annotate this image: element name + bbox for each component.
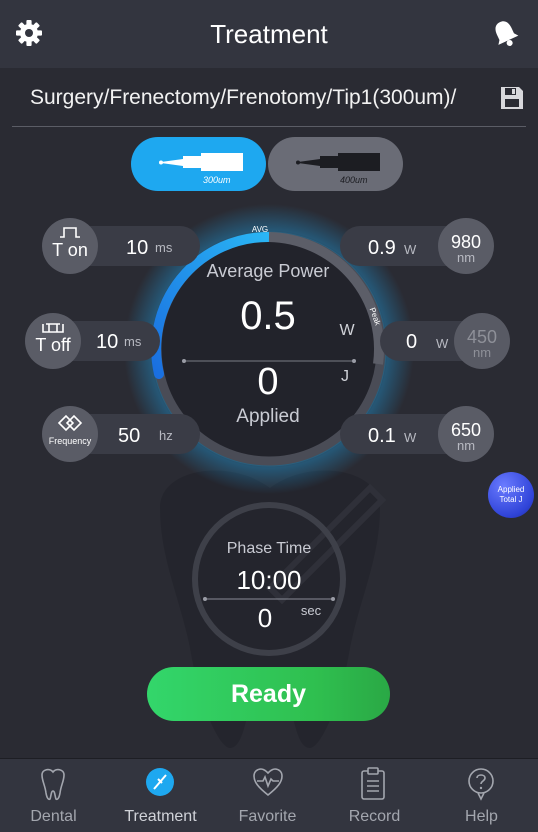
wavelength-450-power: 0 [406,331,418,353]
save-button[interactable] [498,84,526,112]
t-off-label: T off [35,335,71,355]
wavelength-450-button[interactable]: 450 nm [454,313,510,369]
t-on-unit: ms [155,240,173,255]
laser-tip-icon [159,153,243,171]
help-icon [468,768,494,801]
phase-seconds-value: 0 [257,603,273,633]
nav-favorite[interactable]: Favorite [214,759,321,832]
applied-total-line2: Total J [499,495,523,504]
laser-tip-icon [296,153,380,171]
wavelength-980-button[interactable]: 980 nm [438,218,494,274]
wavelength-650-power: 0.1 [368,425,396,447]
phase-seconds-unit: sec [300,603,322,618]
ready-button[interactable]: Ready [147,667,390,721]
applied-energy-unit: J [341,368,349,385]
t-off-value: 10 [96,331,119,353]
t-on-label: T on [52,240,88,260]
main-panel: Surgery/Frenectomy/Frenotomy/Tip1(300um)… [0,68,538,758]
clipboard-icon [361,767,385,800]
tip-400um-button[interactable]: 400um [268,137,403,191]
nav-help-label: Help [465,808,498,825]
wavelength-980-power-unit: W [404,242,417,257]
notifications-button[interactable] [488,16,522,50]
bottom-nav: Dental Treatment Favorite Record Help [0,758,538,832]
top-bar: Treatment [0,0,538,68]
bell-icon [495,21,519,46]
applied-total-line1: Applied [497,485,525,494]
nav-record-label: Record [348,808,401,825]
wavelength-650-power-unit: W [404,430,417,445]
nav-help[interactable]: Help [428,759,535,832]
tooth-icon [41,768,65,801]
wavelength-650-unit: nm [456,438,476,453]
nav-treatment[interactable]: Treatment [107,759,214,832]
nav-treatment-label: Treatment [124,808,197,825]
avg-tag: AVG [251,225,269,234]
page-title: Treatment [210,19,328,49]
t-on-value: 10 [126,237,149,259]
average-power-unit: W [339,322,355,339]
save-icon [501,87,523,109]
frequency-icon [57,414,83,432]
t-off-unit: ms [124,334,142,349]
wavelength-650-button[interactable]: 650 nm [438,406,494,462]
tip-300um-button[interactable]: 300um [131,137,266,191]
tip-300um-label: 300um [203,175,231,185]
nav-favorite-label: Favorite [238,808,297,825]
wavelength-450-unit: nm [472,345,492,360]
treatment-path: Surgery/Frenectomy/Frenotomy/Tip1(300um)… [30,86,457,109]
t-on-button[interactable]: T on [42,218,98,274]
treatment-icon [146,768,174,796]
t-off-button[interactable]: T off [25,313,81,369]
nav-dental[interactable]: Dental [0,759,107,832]
tip-400um-label: 400um [340,175,368,185]
nav-dental-label: Dental [30,808,77,825]
wavelength-980-power: 0.9 [368,237,396,259]
frequency-unit: hz [159,428,173,443]
phase-time-value: 10:00 [236,565,302,595]
phase-time-label: Phase Time [226,540,312,557]
pulse-off-icon [42,323,64,333]
divider [12,126,526,127]
wavelength-450-power-unit: W [436,336,449,351]
average-power-label: Average Power [206,261,330,281]
wavelength-980-unit: nm [456,250,476,265]
applied-total-button[interactable]: Applied Total J [488,472,534,518]
pulse-on-icon [60,227,80,238]
frequency-label: Frequency [48,436,92,446]
frequency-button[interactable]: Frequency [42,406,98,462]
frequency-value: 50 [118,425,141,447]
nav-record[interactable]: Record [321,759,428,832]
heart-pulse-icon [253,768,283,797]
